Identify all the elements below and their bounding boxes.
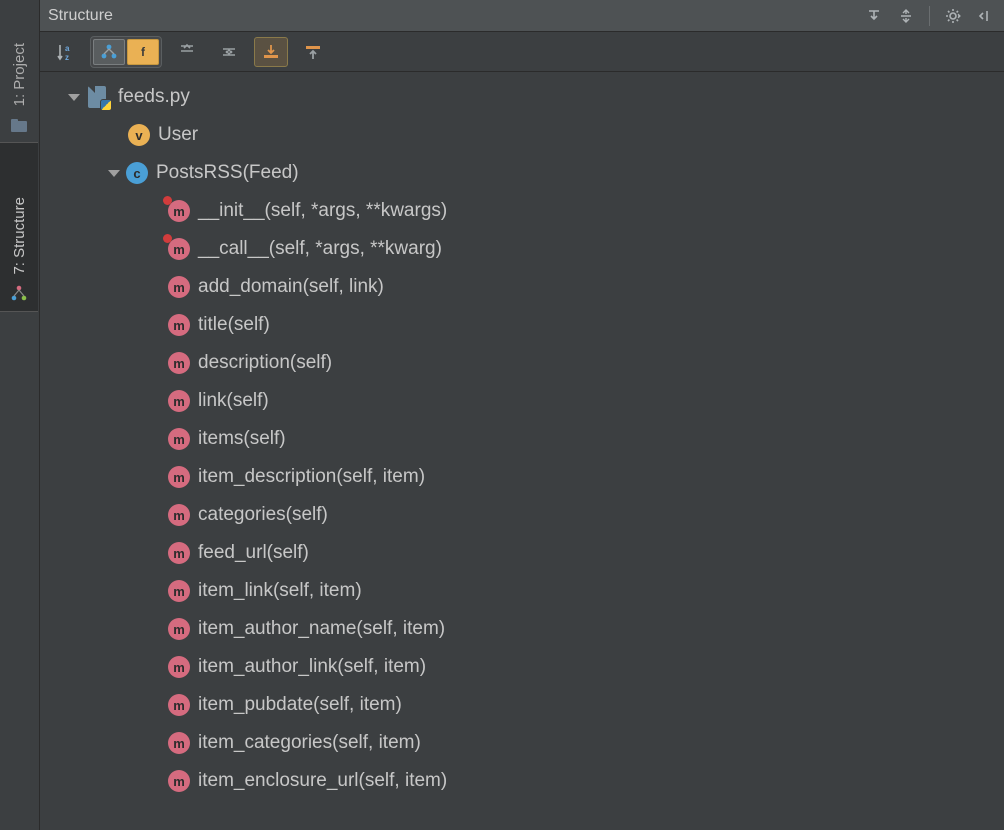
tree-node-method[interactable]: m item_pubdate(self, item): [40, 686, 1004, 724]
node-label: categories(self): [198, 504, 328, 526]
structure-panel: Structure az: [40, 0, 1004, 830]
node-label: link(self): [198, 390, 269, 412]
svg-text:a: a: [65, 44, 70, 53]
node-label: feeds.py: [118, 86, 190, 108]
class-icon: c: [126, 162, 148, 184]
private-lock-icon: [163, 196, 172, 205]
disclosure-triangle-icon[interactable]: [68, 94, 80, 101]
tree-file-node[interactable]: feeds.py: [40, 78, 1004, 116]
tree-node-method[interactable]: m __call__(self, *args, **kwarg): [40, 230, 1004, 268]
structure-tree[interactable]: feeds.py v Userc PostsRSS(Feed) m __init__(se…: [40, 72, 1004, 830]
tree-node-class[interactable]: c PostsRSS(Feed): [40, 154, 1004, 192]
tree-node-method[interactable]: m __init__(self, *args, **kwargs): [40, 192, 1004, 230]
tree-node-variable[interactable]: v User: [40, 116, 1004, 154]
node-label: PostsRSS(Feed): [156, 162, 299, 184]
panel-titlebar: Structure: [40, 0, 1004, 32]
separator: [929, 6, 930, 26]
expand-all-button[interactable]: [170, 37, 204, 67]
method-icon: m: [168, 238, 190, 260]
sidebar-tab-project[interactable]: 1: Project: [0, 2, 38, 142]
node-label: item_author_link(self, item): [198, 656, 426, 678]
method-icon: m: [168, 314, 190, 336]
sort-alpha-button[interactable]: az: [48, 37, 82, 67]
sidebar-tab-structure-label: 7: Structure: [11, 187, 28, 285]
tree-node-method[interactable]: m add_domain(self, link): [40, 268, 1004, 306]
node-label: User: [158, 124, 198, 146]
node-label: item_categories(self, item): [198, 732, 421, 754]
tree-node-method[interactable]: m categories(self): [40, 496, 1004, 534]
panel-titlebar-actions: [863, 5, 996, 27]
node-label: item_author_name(self, item): [198, 618, 445, 640]
method-icon: m: [168, 352, 190, 374]
show-supertypes-button[interactable]: [93, 39, 125, 65]
node-label: __init__(self, *args, **kwargs): [198, 200, 447, 222]
autoscroll-icon[interactable]: [895, 5, 917, 27]
filter-group: f: [90, 36, 162, 68]
structure-icon: [10, 285, 28, 303]
gear-icon[interactable]: [942, 5, 964, 27]
side-tab-strip: 1: Project 7: Structure: [0, 0, 40, 830]
tree-node-method[interactable]: m item_author_link(self, item): [40, 648, 1004, 686]
variable-icon: v: [128, 124, 150, 146]
svg-text:z: z: [65, 53, 69, 62]
method-icon: m: [168, 200, 190, 222]
method-icon: m: [168, 580, 190, 602]
tree-node-method[interactable]: m items(self): [40, 420, 1004, 458]
tree-node-method[interactable]: m item_description(self, item): [40, 458, 1004, 496]
sidebar-tab-project-label: 1: Project: [11, 33, 28, 116]
method-icon: m: [168, 656, 190, 678]
tree-node-method[interactable]: m item_categories(self, item): [40, 724, 1004, 762]
tree-node-method[interactable]: m item_author_name(self, item): [40, 610, 1004, 648]
tree-node-method[interactable]: m title(self): [40, 306, 1004, 344]
project-icon: [10, 116, 28, 134]
private-lock-icon: [163, 234, 172, 243]
node-label: add_domain(self, link): [198, 276, 384, 298]
hide-icon[interactable]: [974, 5, 996, 27]
method-icon: m: [168, 390, 190, 412]
sidebar-tab-structure[interactable]: 7: Structure: [0, 142, 38, 312]
method-icon: m: [168, 428, 190, 450]
structure-toolbar: az f: [40, 32, 1004, 72]
method-icon: m: [168, 276, 190, 298]
node-label: description(self): [198, 352, 332, 374]
method-icon: m: [168, 504, 190, 526]
tree-node-method[interactable]: m link(self): [40, 382, 1004, 420]
method-icon: m: [168, 770, 190, 792]
method-icon: m: [168, 732, 190, 754]
node-label: item_link(self, item): [198, 580, 362, 602]
show-fields-button[interactable]: f: [127, 39, 159, 65]
scroll-to-source-icon[interactable]: [863, 5, 885, 27]
node-label: items(self): [198, 428, 286, 450]
node-label: feed_url(self): [198, 542, 309, 564]
node-label: item_description(self, item): [198, 466, 425, 488]
autoscroll-to-source-button[interactable]: [254, 37, 288, 67]
node-label: __call__(self, *args, **kwarg): [198, 238, 442, 260]
method-icon: m: [168, 466, 190, 488]
disclosure-triangle-icon[interactable]: [108, 170, 120, 177]
tree-node-method[interactable]: m description(self): [40, 344, 1004, 382]
autoscroll-from-source-button[interactable]: [296, 37, 330, 67]
panel-title: Structure: [48, 7, 863, 25]
node-label: title(self): [198, 314, 270, 336]
method-icon: m: [168, 542, 190, 564]
collapse-all-button[interactable]: [212, 37, 246, 67]
method-icon: m: [168, 618, 190, 640]
tree-node-method[interactable]: m item_link(self, item): [40, 572, 1004, 610]
tree-node-method[interactable]: m feed_url(self): [40, 534, 1004, 572]
node-label: item_enclosure_url(self, item): [198, 770, 447, 792]
tree-node-method[interactable]: m item_enclosure_url(self, item): [40, 762, 1004, 800]
python-file-icon: [86, 85, 110, 109]
method-icon: m: [168, 694, 190, 716]
node-label: item_pubdate(self, item): [198, 694, 402, 716]
